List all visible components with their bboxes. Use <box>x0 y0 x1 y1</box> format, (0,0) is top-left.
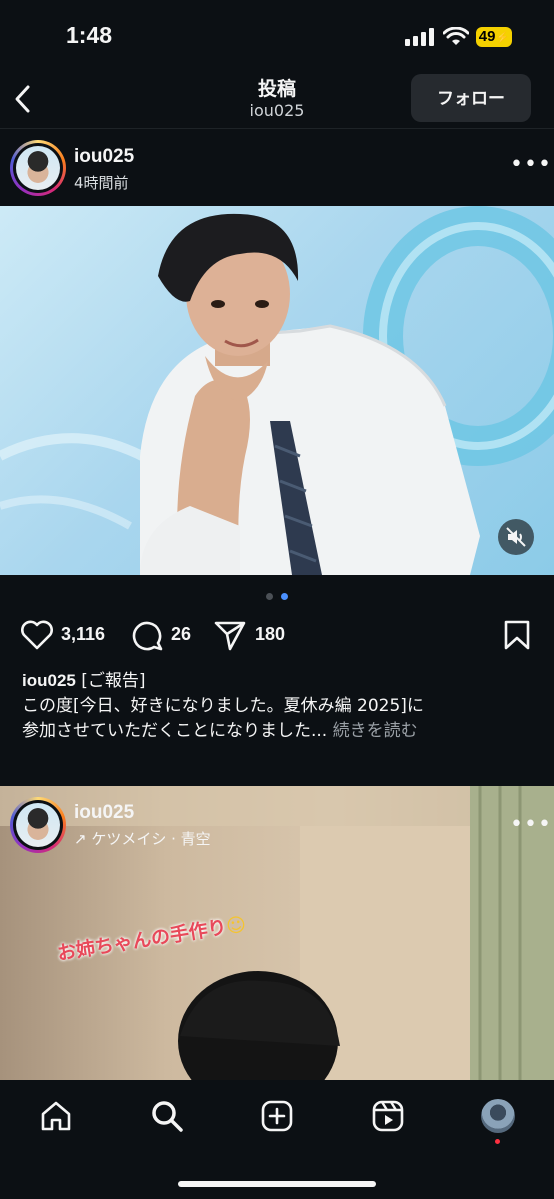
share-count[interactable]: 180 <box>255 624 285 645</box>
post-caption: iou025 [ご報告] この度[今日、好きになりました。夏休み編 2025]に… <box>22 668 532 744</box>
wifi-icon <box>443 27 469 45</box>
carousel-dot-1 <box>266 593 273 600</box>
caption-text-line2: この度[今日、好きになりました。夏休み編 2025]に <box>22 696 424 716</box>
home-icon[interactable] <box>39 1099 73 1133</box>
post2-avatar[interactable] <box>10 797 66 853</box>
post2-music[interactable]: ↗ ケツメイシ · 青空 <box>74 828 211 849</box>
post-options-icon[interactable]: ••• <box>510 152 552 177</box>
caption-text-first: [ご報告] <box>81 671 146 691</box>
post-image[interactable] <box>0 206 554 575</box>
carousel-dot-2 <box>281 593 288 600</box>
status-time: 1:48 <box>66 22 113 48</box>
music-arrow-icon: ↗ <box>74 830 87 848</box>
cellular-signal-icon <box>405 28 434 46</box>
comment-icon[interactable] <box>131 619 163 651</box>
post2-options-icon[interactable]: ••• <box>510 812 552 837</box>
profile-avatar[interactable] <box>481 1099 515 1133</box>
post2-username[interactable]: iou025 <box>74 802 134 824</box>
reels-icon[interactable] <box>371 1099 405 1133</box>
post-username[interactable]: iou025 <box>74 146 134 168</box>
smile-emoji-icon: ☺ <box>224 913 248 939</box>
mute-icon[interactable] <box>498 519 534 555</box>
share-send-icon[interactable] <box>213 619 247 651</box>
comment-count[interactable]: 26 <box>171 624 191 645</box>
bookmark-icon[interactable] <box>503 619 531 651</box>
like-count[interactable]: 3,116 <box>61 624 105 645</box>
create-icon[interactable] <box>260 1099 294 1133</box>
post-photo <box>0 206 554 575</box>
post-time: 4時間前 <box>74 174 129 192</box>
post-avatar[interactable] <box>10 140 66 196</box>
search-icon[interactable] <box>150 1099 184 1133</box>
home-indicator <box>178 1181 376 1187</box>
post2-music-label: ケツメイシ · 青空 <box>91 830 211 848</box>
follow-button[interactable]: フォロー <box>411 74 531 122</box>
like-heart-icon[interactable] <box>20 620 54 650</box>
caption-text-line3: 参加させていただくことになりました... <box>22 721 328 741</box>
notification-dot <box>495 1139 500 1144</box>
battery-indicator: 49⚡ <box>476 27 512 47</box>
read-more-link[interactable]: 続きを読む <box>333 721 418 741</box>
header-divider <box>0 128 554 129</box>
caption-username[interactable]: iou025 <box>22 671 76 690</box>
battery-level: 49 <box>478 28 496 45</box>
